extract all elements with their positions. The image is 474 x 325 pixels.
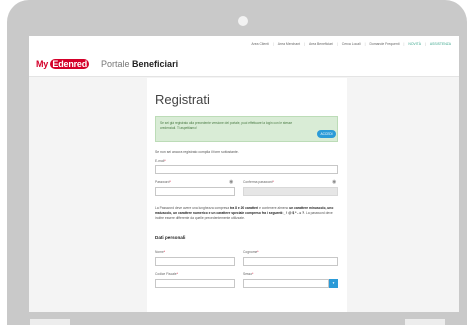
camera-icon [238,16,248,26]
sesso-label-text: Sesso [243,272,253,276]
sesso-select[interactable] [243,279,329,288]
my-edenred-logo[interactable]: My Edenred [36,59,90,69]
cognome-label-text: Cognome [243,250,258,254]
email-label-text: E-mail [155,159,165,163]
nome-label-text: Nome [155,250,164,254]
pwd-note-part: La Password deve avere una lunghezza com… [155,206,230,210]
page-title: Registrati [155,92,210,107]
required-mark: * [163,250,166,254]
sesso-dropdown-button[interactable]: ▾ [329,279,338,288]
required-mark: * [164,159,166,163]
show-confirm-password-icon[interactable]: ◉ [332,180,336,185]
confirm-password-label: Conferma password* [243,180,274,184]
logo-edenred: Edenred [50,59,90,69]
accedi-button[interactable]: ACCEDI [317,130,336,138]
portal-title-light: Portale [101,59,130,69]
nav-separator: | [304,41,305,46]
cognome-field[interactable] [243,257,338,266]
section-title-personal-data: Dati personali [155,235,186,240]
pwd-note-part: e contenere almeno [258,206,290,210]
cf-label-text: Codice Fiscale [155,272,177,276]
nav-assistenza[interactable]: ASSISTENZA [430,42,451,46]
password-label: Password* [155,180,171,184]
required-mark: * [169,180,171,184]
site-header: My Edenred Portale Beneficiari [29,51,459,77]
nav-separator: | [336,41,338,46]
required-mark: * [272,180,274,184]
portal-title: Portale Beneficiari [101,59,178,69]
nav-area-merchant[interactable]: Area Merchant [278,42,300,46]
confirm-password-label-text: Conferma password [243,180,273,184]
nome-field[interactable] [155,257,235,266]
sesso-label: Sesso* [243,272,253,276]
nav-cerca-locali[interactable]: Cerca Locali [342,42,361,46]
cognome-label: Cognome* [243,250,259,254]
nav-domande-frequenti[interactable]: Domande Frequenti [370,42,400,46]
nav-area-beneficiari[interactable]: Area Beneficiari [309,42,333,46]
codice-fiscale-field[interactable] [155,279,235,288]
codice-fiscale-label: Codice Fiscale* [155,272,178,276]
portal-title-bold: Beneficiari [132,59,179,69]
password-field[interactable] [155,187,235,196]
password-rules-text: La Password deve avere una lunghezza com… [155,206,340,221]
password-label-text: Password [155,180,170,184]
show-password-icon[interactable]: ◉ [229,180,233,185]
laptop-foot-left [30,319,70,325]
email-label: E-mail* [155,159,166,163]
pwd-note-bold: tra 8 e 20 caratteri [229,206,259,210]
registration-card: Registrati Se sei già registrato alla pr… [147,78,347,312]
required-mark: * [257,250,259,254]
nav-separator: | [403,41,405,46]
form-lead-text: Se non sei ancora registrato compila il … [155,150,239,154]
top-nav: Area Clienti | Area Merchant | Area Bene… [29,36,459,51]
required-mark: * [176,272,178,276]
confirm-password-field[interactable] [243,187,338,196]
laptop-frame: Area Clienti | Area Merchant | Area Bene… [7,0,467,325]
login-info-text: Se sei già registrato alla precedente ve… [160,121,293,130]
login-info-box: Se sei già registrato alla precedente ve… [155,116,338,142]
nav-novita[interactable]: NOVITÀ [408,42,421,46]
logo-my: My [36,59,49,69]
nav-separator: | [272,41,274,46]
stage: Area Clienti | Area Merchant | Area Bene… [0,0,474,325]
required-mark: * [252,272,254,276]
nav-separator: | [425,41,426,46]
nav-separator: | [364,41,366,46]
nome-label: Nome* [155,250,165,254]
email-field[interactable] [155,165,338,174]
screen: Area Clienti | Area Merchant | Area Bene… [29,36,459,312]
nav-area-clienti[interactable]: Area Clienti [251,42,269,46]
laptop-foot-right [405,319,445,325]
